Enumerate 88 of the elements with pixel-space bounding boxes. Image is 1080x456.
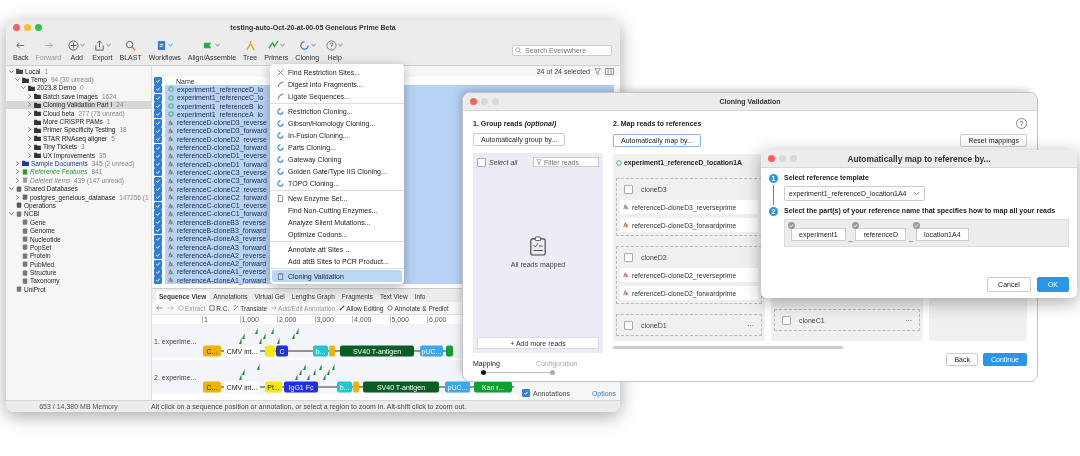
annotation-feature[interactable] <box>329 345 335 357</box>
document-icon <box>156 39 168 51</box>
caret-icon <box>338 43 344 47</box>
chromatogram-icon <box>623 204 629 210</box>
step-dot[interactable] <box>550 369 555 375</box>
chromatogram-icon <box>623 290 629 296</box>
help-icon <box>326 39 338 51</box>
slash-icon <box>233 305 240 312</box>
close-button[interactable] <box>470 98 477 105</box>
zigzag-icon <box>267 39 279 51</box>
checkbox[interactable] <box>154 276 162 285</box>
circle-icon <box>178 305 184 312</box>
checkbox[interactable] <box>624 320 633 330</box>
checkbox[interactable] <box>522 389 530 397</box>
checkbox[interactable] <box>154 185 162 193</box>
checkbox[interactable] <box>154 209 162 218</box>
circle-icon <box>616 159 622 166</box>
checkbox[interactable] <box>154 168 162 177</box>
scissors-icon <box>276 68 284 76</box>
plus-icon <box>68 39 80 51</box>
annotation-feature[interactable] <box>353 381 359 393</box>
checkbox[interactable] <box>477 157 486 167</box>
checkbox[interactable] <box>154 110 162 119</box>
caret-icon <box>80 43 86 47</box>
back-arrow-icon[interactable] <box>156 305 163 312</box>
checkbox[interactable] <box>154 234 162 243</box>
checkbox[interactable] <box>154 151 162 160</box>
clipboard-icon <box>529 236 547 256</box>
window-title: Automatically map to reference by... <box>846 153 992 164</box>
checkbox[interactable] <box>154 193 162 202</box>
checkbox[interactable] <box>154 218 162 227</box>
step-dot[interactable] <box>481 369 486 375</box>
checkbox[interactable] <box>154 160 162 169</box>
checkbox[interactable] <box>154 118 162 127</box>
annotation-feature[interactable] <box>446 345 453 357</box>
checkbox[interactable] <box>154 226 162 235</box>
trash-icon <box>22 177 28 184</box>
chromatogram-icon <box>623 272 629 278</box>
primer-marks <box>239 328 299 345</box>
checkbox[interactable] <box>154 176 162 185</box>
share-icon <box>93 39 105 51</box>
filter-icon <box>536 159 542 165</box>
pencil-icon <box>339 305 346 312</box>
magnifier-icon <box>125 39 137 51</box>
document-icon <box>276 194 284 202</box>
checkbox[interactable] <box>154 201 162 210</box>
columns-icon[interactable] <box>605 68 614 75</box>
checkbox[interactable] <box>154 143 162 152</box>
checkbox[interactable] <box>154 102 162 111</box>
book-icon <box>22 168 28 175</box>
close-button[interactable] <box>768 155 775 162</box>
caret-icon <box>215 43 221 47</box>
scrollbar[interactable] <box>613 346 843 349</box>
check-icon[interactable] <box>913 222 920 229</box>
zoom-button[interactable] <box>35 24 42 31</box>
caret-icon <box>168 43 174 47</box>
checkbox[interactable] <box>154 126 162 135</box>
checkbox[interactable] <box>154 267 162 276</box>
checkbox[interactable] <box>154 85 162 94</box>
checkbox[interactable] <box>624 252 633 262</box>
checkbox[interactable] <box>154 259 162 268</box>
checkbox[interactable] <box>782 315 791 325</box>
forward-arrow-icon[interactable] <box>167 305 174 312</box>
arrow-icon <box>271 305 278 312</box>
minimize-button[interactable] <box>24 24 31 31</box>
search-icon <box>515 46 522 54</box>
chevron-down-icon <box>912 191 920 196</box>
caret-icon <box>105 43 111 47</box>
close-button[interactable] <box>13 24 20 31</box>
chromatogram-icon <box>168 277 174 284</box>
checkbox[interactable] <box>154 77 162 86</box>
tree-icon <box>244 39 256 51</box>
checkbox[interactable] <box>154 251 162 260</box>
checkbox[interactable] <box>624 184 633 194</box>
checkbox[interactable] <box>154 93 162 102</box>
filter-icon[interactable] <box>594 68 601 75</box>
step-connector <box>773 185 774 205</box>
check-icon[interactable] <box>852 222 860 229</box>
chromatogram-icon <box>623 222 629 228</box>
checkbox[interactable] <box>154 243 162 252</box>
clipboard-icon <box>276 272 284 280</box>
chromatogram-icon <box>168 186 174 192</box>
caret-icon <box>310 43 316 47</box>
circle-icon <box>387 305 394 312</box>
step-connector <box>486 371 550 373</box>
caret-icon <box>279 43 285 47</box>
check-icon[interactable] <box>788 222 795 229</box>
checkbox[interactable] <box>154 135 162 144</box>
